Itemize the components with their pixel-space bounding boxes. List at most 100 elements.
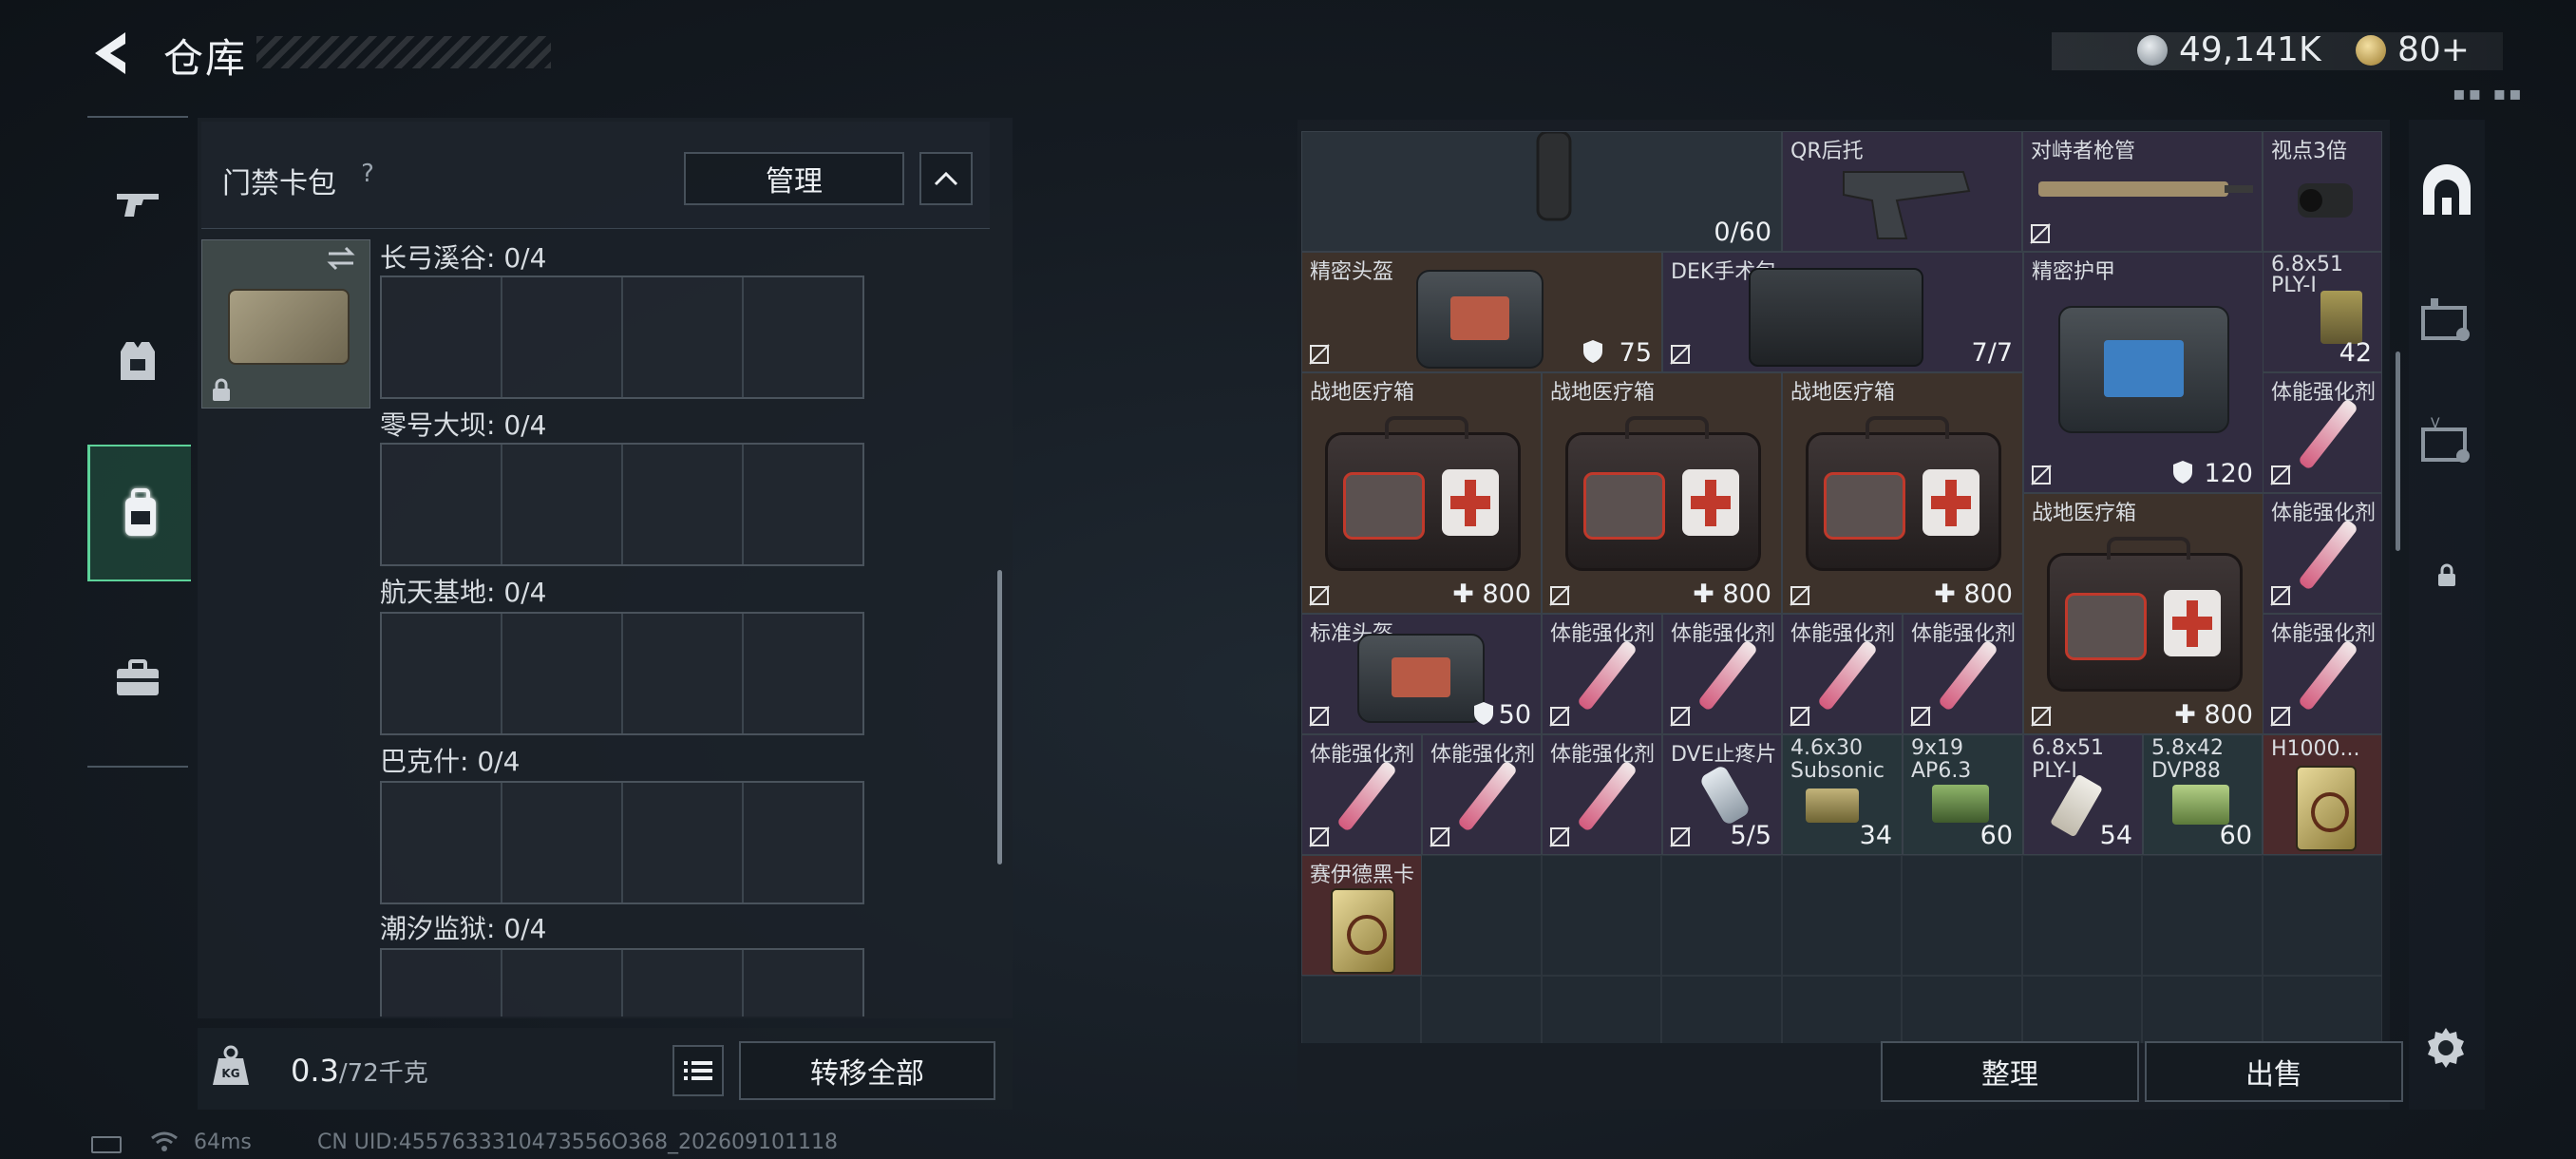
inventory-item-precision-armor[interactable]: 精密护甲 120	[2023, 252, 2263, 493]
empty-grid-cell[interactable]	[1781, 855, 1903, 976]
no-loot-icon	[1670, 826, 1691, 847]
shield-icon	[2173, 461, 2192, 484]
tab-stash-3[interactable]: V	[2409, 393, 2485, 488]
keycard-slot-grid[interactable]	[380, 612, 864, 735]
inventory-item-field-medkit[interactable]: 战地医疗箱 ✚ 800	[1542, 372, 1782, 614]
inventory-item-field-medkit[interactable]: 战地医疗箱 ✚ 800	[1782, 372, 2023, 614]
inventory-item-ammo-68x51[interactable]: 6.8x51 PLY-I 42	[2263, 252, 2382, 372]
no-loot-icon	[1910, 706, 1931, 727]
slot-label-hangtian: 航天基地: 0/4	[380, 577, 547, 608]
swap-icon[interactable]	[325, 245, 357, 276]
inventory-item-ammo-58x42[interactable]: 5.8x42 DVP88 60	[2143, 734, 2263, 855]
inventory-item-stimulant[interactable]: 体能强化剂	[1422, 734, 1542, 855]
sort-button[interactable]: 整理	[1881, 1041, 2139, 1102]
keycard-slot-grid[interactable]	[380, 781, 864, 904]
inventory-item-stimulant[interactable]: 体能强化剂	[1542, 734, 1662, 855]
no-loot-icon	[1549, 706, 1570, 727]
inventory-item-dek-surgical-kit[interactable]: DEK手术包 7/7	[1662, 252, 2023, 372]
toolbox-icon	[117, 659, 159, 695]
svg-text:KG: KG	[221, 1067, 239, 1080]
token-amount[interactable]: 80+	[2397, 30, 2470, 69]
lock-icon	[2438, 563, 2455, 586]
inventory-item-precision-helmet[interactable]: 精密头盔 75	[1301, 252, 1662, 372]
empty-grid-cell[interactable]	[1421, 855, 1542, 976]
empty-grid-cell[interactable]	[2262, 976, 2382, 1043]
nav-gear[interactable]	[87, 294, 188, 428]
manage-button[interactable]: 管理	[684, 152, 904, 205]
inventory-item-stimulant[interactable]: 体能强化剂	[1542, 614, 1662, 734]
medkit-durability: ✚ 800	[1934, 580, 2013, 609]
empty-grid-cell[interactable]	[1421, 976, 1542, 1043]
left-scrollbar[interactable]	[997, 570, 1002, 864]
nav-backpack[interactable]	[87, 445, 191, 581]
inventory-item-stimulant[interactable]: 体能强化剂	[1662, 614, 1782, 734]
transfer-all-button[interactable]: 转移全部	[739, 1041, 995, 1100]
inventory-item-stimulant[interactable]: 体能强化剂	[1782, 614, 1903, 734]
inventory-item-ammo-46x30[interactable]: 4.6x30 Subsonic 34	[1782, 734, 1903, 855]
inventory-item-stimulant[interactable]: 体能强化剂	[1301, 734, 1422, 855]
nav-toolbox[interactable]	[87, 612, 188, 745]
no-loot-icon	[1309, 826, 1330, 847]
empty-grid-cell[interactable]	[2142, 855, 2263, 976]
slot-label-linghao: 零号大坝: 0/4	[380, 409, 547, 441]
empty-grid-cell[interactable]	[1301, 976, 1422, 1043]
settings-gear-icon[interactable]	[2422, 1024, 2470, 1075]
inventory-item-qr-stock[interactable]: QR后托	[1782, 131, 2022, 252]
inventory-item-sayid-black-card[interactable]: 赛伊德黑卡	[1301, 855, 1422, 976]
no-loot-icon	[1430, 826, 1450, 847]
empty-grid-cell[interactable]	[2262, 855, 2382, 976]
list-view-button[interactable]	[672, 1045, 724, 1096]
empty-grid-cell[interactable]	[1902, 976, 2022, 1043]
inventory-item-ammo-9x19[interactable]: 9x19 AP6.3 60	[1903, 734, 2023, 855]
empty-grid-cell[interactable]	[1661, 976, 1782, 1043]
uid-text: CN UID:4557633310473556O368_202609101118	[317, 1130, 838, 1154]
inventory-item-ammo-68x51[interactable]: 6.8x51 PLY-I 54	[2023, 734, 2143, 855]
back-arrow-icon[interactable]	[87, 28, 133, 78]
inventory-item-scope[interactable]: 视点3倍	[2263, 131, 2382, 252]
no-loot-icon	[1549, 826, 1570, 847]
empty-grid-cell[interactable]	[1902, 855, 2022, 976]
inventory-item-field-medkit[interactable]: 战地医疗箱 ✚ 800	[2023, 493, 2263, 734]
token-coin-icon	[2356, 35, 2386, 66]
empty-grid-cell[interactable]	[2021, 976, 2143, 1043]
tab-locked[interactable]	[2409, 528, 2485, 623]
no-loot-icon	[1309, 344, 1330, 365]
inventory-item-weapon-part[interactable]: 0/60	[1301, 131, 1782, 252]
inventory-item-stimulant[interactable]: 体能强化剂	[2263, 372, 2382, 493]
stash-scrollbar[interactable]	[2396, 352, 2400, 551]
empty-grid-cell[interactable]	[2021, 855, 2143, 976]
inventory-item-field-medkit[interactable]: 战地医疗箱 ✚ 800	[1301, 372, 1542, 614]
empty-grid-cell[interactable]	[1781, 976, 1903, 1043]
inventory-item-standard-helmet[interactable]: 标准头盔 50	[1301, 614, 1542, 734]
no-loot-icon	[2270, 585, 2291, 606]
collapse-button[interactable]	[919, 152, 973, 205]
empty-grid-cell[interactable]	[1541, 976, 1662, 1043]
vest-icon	[121, 342, 155, 380]
inventory-item-painkiller[interactable]: DVE止疼片 5/5	[1662, 734, 1782, 855]
svg-text:V: V	[2431, 416, 2440, 431]
keycard-slot-grid[interactable]	[380, 948, 864, 1016]
inventory-item-h1000-card[interactable]: H1000...	[2263, 734, 2382, 855]
empty-grid-cell[interactable]	[2142, 976, 2263, 1043]
medkit-durability: ✚ 800	[1452, 580, 1531, 609]
empty-grid-cell[interactable]	[1541, 855, 1662, 976]
currency-amount[interactable]: 49,141K	[2179, 30, 2321, 69]
sell-button[interactable]: 出售	[2145, 1041, 2403, 1102]
tab-stash-2[interactable]	[2409, 272, 2485, 367]
slot-label-chaoxi: 潮汐监狱: 0/4	[380, 913, 547, 944]
medkit-durability: ✚ 800	[2174, 700, 2253, 730]
medkit-durability: ✚ 800	[1693, 580, 1771, 609]
tab-main-stash[interactable]	[2409, 142, 2485, 238]
keycard-slot-grid[interactable]	[380, 443, 864, 566]
inventory-item-barrel[interactable]: 对峙者枪管	[2022, 131, 2263, 252]
inventory-item-stimulant[interactable]: 体能强化剂	[2263, 614, 2382, 734]
inventory-item-stimulant[interactable]: 体能强化剂	[2263, 493, 2382, 614]
help-icon[interactable]: ?	[353, 160, 382, 188]
no-loot-icon	[2031, 465, 2052, 485]
nav-weapons[interactable]	[87, 137, 188, 270]
slot-label-bakeshi: 巴克什: 0/4	[380, 746, 521, 777]
keycard-slot-grid[interactable]	[380, 276, 864, 399]
no-loot-icon	[1309, 706, 1330, 727]
empty-grid-cell[interactable]	[1661, 855, 1782, 976]
inventory-item-stimulant[interactable]: 体能强化剂	[1903, 614, 2023, 734]
